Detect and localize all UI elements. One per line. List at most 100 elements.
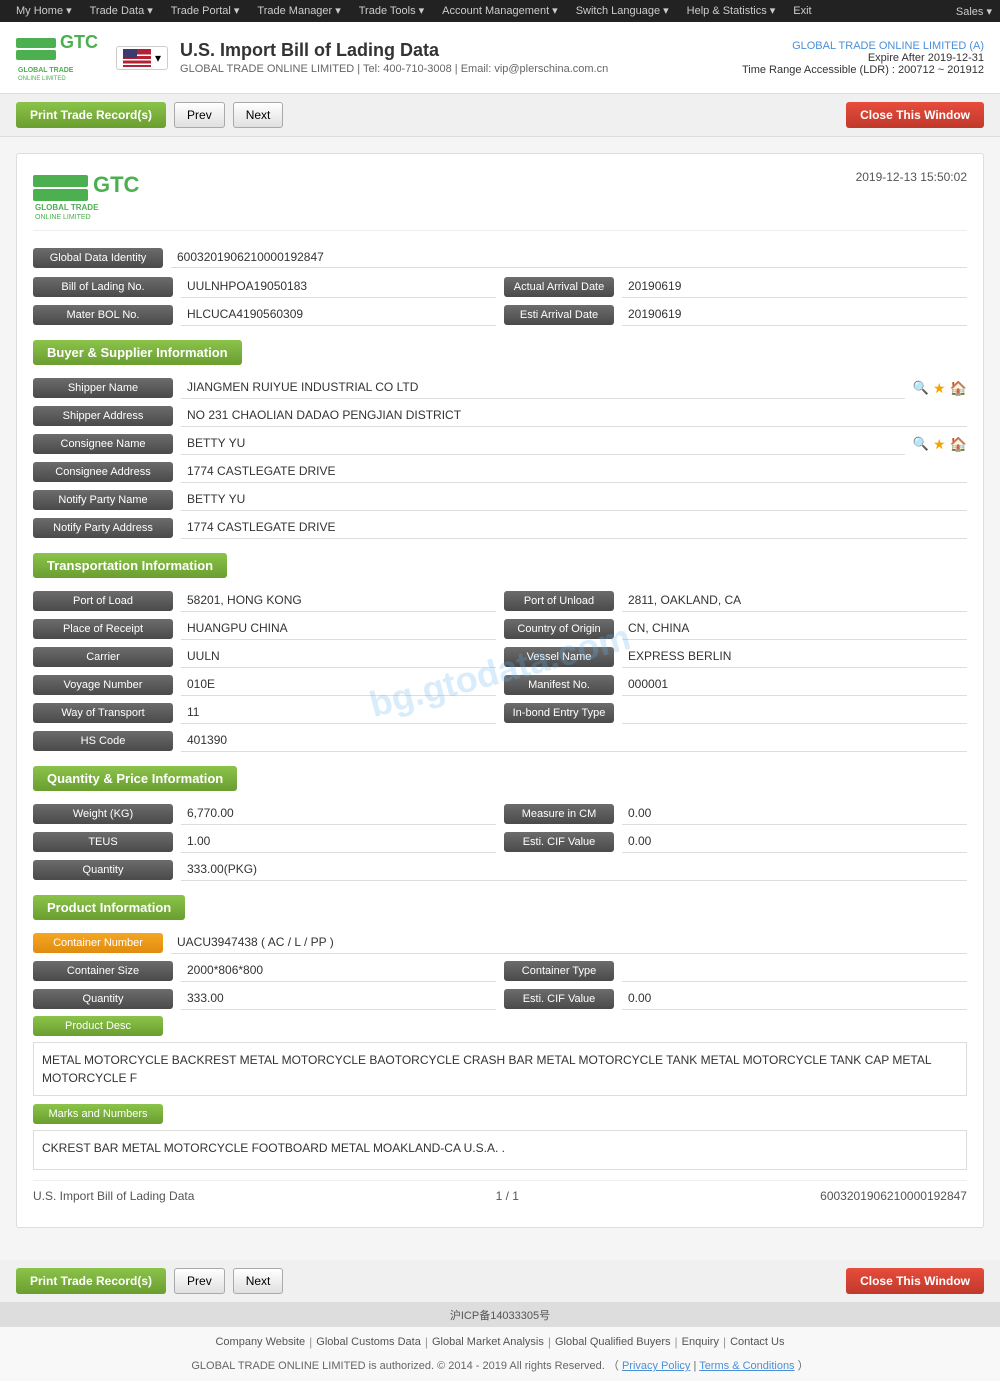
esti-cif2-field: Esti. CIF Value 0.00 <box>504 988 967 1010</box>
weight-measure-row: Weight (KG) 6,770.00 Measure in CM 0.00 <box>33 803 967 825</box>
shipper-name-label: Shipper Name <box>33 378 173 398</box>
icp-bar: 沪ICP备14033305号 <box>0 1303 1000 1327</box>
port-row: Port of Load 58201, HONG KONG Port of Un… <box>33 590 967 612</box>
transport-inbond-row: Way of Transport 11 In-bond Entry Type <box>33 702 967 724</box>
consignee-address-row: Consignee Address 1774 CASTLEGATE DRIVE <box>33 461 967 483</box>
consignee-home-icon[interactable]: 🏠 <box>950 436 967 453</box>
marks-numbers-label: Marks and Numbers <box>33 1104 163 1124</box>
footer-copyright: GLOBAL TRADE ONLINE LIMITED is authorize… <box>0 1353 1000 1381</box>
voyage-number-label: Voyage Number <box>33 675 173 695</box>
prev-button-top[interactable]: Prev <box>174 102 225 128</box>
container-type-value <box>622 960 967 982</box>
main-content: GLOBAL TRADE ONLINE LIMITED GTC 2019-12-… <box>0 137 1000 1260</box>
top-action-bar: Print Trade Record(s) Prev Next Close Th… <box>0 94 1000 137</box>
way-of-transport-field: Way of Transport 11 <box>33 702 496 724</box>
nav-switch-language[interactable]: Switch Language ▾ <box>568 0 677 22</box>
notify-party-name-value: BETTY YU <box>181 489 967 511</box>
header-subtitle: GLOBAL TRADE ONLINE LIMITED | Tel: 400-7… <box>180 63 730 75</box>
top-navigation: My Home ▾ Trade Data ▾ Trade Portal ▾ Tr… <box>0 0 1000 22</box>
esti-cif-value: 0.00 <box>622 831 967 853</box>
footer-company-website[interactable]: Company Website <box>215 1336 305 1348</box>
consignee-name-icons: 🔍 ★ 🏠 <box>913 436 967 453</box>
bol-no-value: UULNHPOA19050183 <box>181 276 496 298</box>
nav-trade-data[interactable]: Trade Data ▾ <box>82 0 161 22</box>
notify-party-address-value: 1774 CASTLEGATE DRIVE <box>181 517 967 539</box>
port-of-load-label: Port of Load <box>33 591 173 611</box>
svg-text:GLOBAL TRADE: GLOBAL TRADE <box>18 67 74 74</box>
consignee-name-label: Consignee Name <box>33 434 173 454</box>
print-button-bottom[interactable]: Print Trade Record(s) <box>16 1268 166 1294</box>
container-type-field: Container Type <box>504 960 967 982</box>
weight-field: Weight (KG) 6,770.00 <box>33 803 496 825</box>
nav-items: My Home ▾ Trade Data ▾ Trade Portal ▾ Tr… <box>8 0 820 22</box>
next-button-bottom[interactable]: Next <box>233 1268 284 1294</box>
close-button-top[interactable]: Close This Window <box>846 102 984 128</box>
port-of-load-value: 58201, HONG KONG <box>181 590 496 612</box>
footer-terms-link[interactable]: Terms & Conditions <box>699 1360 794 1372</box>
page-title: U.S. Import Bill of Lading Data <box>180 40 730 61</box>
ldr-range: Time Range Accessible (LDR) : 200712 ~ 2… <box>742 64 984 76</box>
nav-trade-portal[interactable]: Trade Portal ▾ <box>163 0 248 22</box>
company-link[interactable]: GLOBAL TRADE ONLINE LIMITED (A) <box>792 40 984 52</box>
nav-sales[interactable]: Sales ▾ <box>956 5 992 18</box>
quantity2-label: Quantity <box>33 989 173 1009</box>
shipper-home-icon[interactable]: 🏠 <box>950 380 967 397</box>
svg-text:GLOBAL TRADE: GLOBAL TRADE <box>35 203 99 212</box>
place-of-receipt-field: Place of Receipt HUANGPU CHINA <box>33 618 496 640</box>
header-info: U.S. Import Bill of Lading Data GLOBAL T… <box>180 40 730 75</box>
card-timestamp: 2019-12-13 15:50:02 <box>856 170 967 184</box>
shipper-address-value: NO 231 CHAOLIAN DADAO PENGJIAN DISTRICT <box>181 405 967 427</box>
nav-exit[interactable]: Exit <box>785 0 819 22</box>
container-type-label: Container Type <box>504 961 614 981</box>
shipper-name-icons: 🔍 ★ 🏠 <box>913 380 967 397</box>
port-of-unload-field: Port of Unload 2811, OAKLAND, CA <box>504 590 967 612</box>
language-flag[interactable]: ▾ <box>116 46 168 70</box>
page-header: GLOBAL TRADE ONLINE LIMITED GTC ▾ U.S. I… <box>0 22 1000 94</box>
prev-button-bottom[interactable]: Prev <box>174 1268 225 1294</box>
nav-trade-tools[interactable]: Trade Tools ▾ <box>351 0 432 22</box>
bol-arrival-row: Bill of Lading No. UULNHPOA19050183 Actu… <box>33 276 967 298</box>
nav-my-home[interactable]: My Home ▾ <box>8 0 80 22</box>
hs-code-label: HS Code <box>33 731 173 751</box>
global-data-identity-row: Global Data Identity 6003201906210000192… <box>33 247 967 268</box>
nav-trade-manager[interactable]: Trade Manager ▾ <box>249 0 348 22</box>
esti-arrival-label: Esti Arrival Date <box>504 305 614 325</box>
container-size-type-row: Container Size 2000*806*800 Container Ty… <box>33 960 967 982</box>
quantity-value: 333.00(PKG) <box>181 859 967 881</box>
in-bond-entry-label: In-bond Entry Type <box>504 703 614 723</box>
nav-help-statistics[interactable]: Help & Statistics ▾ <box>679 0 784 22</box>
consignee-search-icon[interactable]: 🔍 <box>913 436 929 452</box>
master-bol-label: Mater BOL No. <box>33 305 173 325</box>
buyer-supplier-section-header: Buyer & Supplier Information <box>33 340 242 365</box>
teus-cif-row: TEUS 1.00 Esti. CIF Value 0.00 <box>33 831 967 853</box>
print-button-top[interactable]: Print Trade Record(s) <box>16 102 166 128</box>
notify-party-address-label: Notify Party Address <box>33 518 173 538</box>
voyage-manifest-row: Voyage Number 010E Manifest No. 000001 <box>33 674 967 696</box>
footer-global-customs[interactable]: Global Customs Data <box>316 1336 421 1348</box>
footer-enquiry[interactable]: Enquiry <box>682 1336 719 1348</box>
record-card: GLOBAL TRADE ONLINE LIMITED GTC 2019-12-… <box>16 153 984 1228</box>
transport-watermark-section: bg.gtodata.com Port of Load 58201, HONG … <box>33 590 967 752</box>
footer-global-qualified[interactable]: Global Qualified Buyers <box>555 1336 671 1348</box>
esti-cif2-label: Esti. CIF Value <box>504 989 614 1009</box>
weight-value: 6,770.00 <box>181 803 496 825</box>
in-bond-entry-field: In-bond Entry Type <box>504 702 967 724</box>
global-data-identity-label: Global Data Identity <box>33 248 163 268</box>
footer-contact-us[interactable]: Contact Us <box>730 1336 784 1348</box>
container-size-field: Container Size 2000*806*800 <box>33 960 496 982</box>
hs-code-value: 401390 <box>181 730 967 752</box>
shipper-star-icon[interactable]: ★ <box>933 380 946 397</box>
country-of-origin-label: Country of Origin <box>504 619 614 639</box>
carrier-value: UULN <box>181 646 496 668</box>
footer-privacy-link[interactable]: Privacy Policy <box>622 1360 690 1372</box>
nav-account-management[interactable]: Account Management ▾ <box>434 0 566 22</box>
shipper-search-icon[interactable]: 🔍 <box>913 380 929 396</box>
consignee-star-icon[interactable]: ★ <box>933 436 946 453</box>
next-button-top[interactable]: Next <box>233 102 284 128</box>
actual-arrival-value: 20190619 <box>622 276 967 298</box>
voyage-number-field: Voyage Number 010E <box>33 674 496 696</box>
footer-global-market[interactable]: Global Market Analysis <box>432 1336 544 1348</box>
close-button-bottom[interactable]: Close This Window <box>846 1268 984 1294</box>
port-of-unload-label: Port of Unload <box>504 591 614 611</box>
quantity2-cif2-row: Quantity 333.00 Esti. CIF Value 0.00 <box>33 988 967 1010</box>
